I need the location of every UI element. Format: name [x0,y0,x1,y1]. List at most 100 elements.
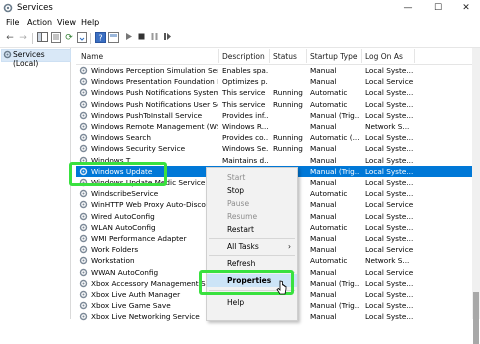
cell-logon: Local Syste... [365,155,413,165]
gear-icon [79,66,88,75]
gear-icon [79,133,88,142]
scrollbar-thumb[interactable] [473,292,479,344]
gear-icon [3,50,12,59]
menu-item-all-tasks[interactable]: All Tasks › [207,240,297,253]
gear-icon [79,100,88,108]
menu-separator [209,255,295,256]
cell-description: Windows R... [222,122,268,131]
gear-icon [79,268,88,276]
column-divider[interactable] [361,49,362,63]
column-header-startup-type[interactable]: Startup Type [310,52,357,61]
cell-logon: Local Syste... [365,234,413,243]
column-header-status[interactable]: Status [273,52,297,61]
cell-logon: Local Syste... [365,144,413,154]
cell-logon: Local Syste... [365,312,413,322]
toolbar-separator [32,33,33,44]
cell-name: WinHTTP Web Proxy Auto-Discovery [91,200,218,210]
minimize-button[interactable]: — [394,0,422,16]
cell-logon: Network S... [365,256,410,266]
menu-item-label: Help [227,298,245,307]
table-row[interactable]: Windows Perception Simulation Service Ena… [76,65,472,76]
table-row[interactable]: Windows Push Notifications System Se... T… [76,87,472,98]
cell-logon: Local Syste... [365,211,413,221]
column-divider[interactable] [306,49,307,63]
menu-item-restart[interactable]: Restart [207,223,297,236]
gear-icon [79,122,88,131]
mouse-pointer-icon [276,280,287,295]
restart-icon[interactable] [161,32,173,44]
menu-item-label: Stop [227,186,245,195]
cell-name: Work Folders [91,245,139,255]
cell-name: Windows Push Notifications System Se... [91,88,218,98]
table-row[interactable]: Windows Remote Management (WS-... Windows… [76,121,472,132]
menu-view[interactable]: View [57,18,76,27]
cell-name: Xbox Live Game Save [91,301,171,311]
menu-item-start[interactable]: Start [207,171,297,184]
menu-item-resume[interactable]: Resume [207,210,297,223]
maximize-button[interactable]: ☐ [424,0,452,16]
column-header: Name Description Status Startup Type Log… [76,48,472,65]
cell-startup: Manual [310,66,337,75]
cell-startup: Manual [310,77,337,87]
properties-icon[interactable] [50,32,62,44]
table-row[interactable]: Windows Push Notifications User Servi...… [76,99,472,110]
cell-name: Windows Presentation Foundation Fon... [91,77,218,87]
highlight-windows-update [69,162,167,186]
column-header-name[interactable]: Name [81,52,103,61]
column-divider[interactable] [218,49,219,63]
cell-startup: Manual [310,211,337,221]
column-header-log-on-as[interactable]: Log On As [365,52,403,61]
cell-logon: Local Syste... [365,222,413,232]
window-title: Services [17,3,53,13]
menu-item-pause[interactable]: Pause [207,197,297,210]
console-tree-icon[interactable] [36,32,48,44]
menu-separator [209,238,295,239]
cell-name: Wired AutoConfig [91,211,155,221]
cell-name: Windows Perception Simulation Service [91,66,218,75]
cell-description: This service ... [222,99,268,109]
column-divider[interactable] [414,49,415,63]
column-divider[interactable] [269,49,270,63]
menu-help[interactable]: Help [81,18,99,27]
gear-icon [79,290,88,299]
vertical-scrollbar[interactable] [472,48,480,344]
play-icon[interactable] [122,32,134,44]
menu-file[interactable]: File [6,18,19,27]
cell-logon: Local Service [365,267,413,277]
gear-icon [79,279,88,287]
cell-description: Maintains d... [222,155,268,165]
cell-name: Windows Search [91,133,151,143]
cell-logon: Local Syste... [365,110,413,120]
menu-action[interactable]: Action [27,18,52,27]
menu-item-refresh[interactable]: Refresh [207,257,297,270]
cell-logon: Local Syste... [365,166,413,176]
options-icon[interactable] [107,32,119,44]
table-row[interactable]: Windows Search Provides co... Running Autom… [76,132,472,143]
forward-icon[interactable]: → [17,32,29,44]
table-row[interactable]: Windows PushToInstall Service Provides in… [76,110,472,121]
toolbar: ← → ⟳ ? [0,30,480,48]
menu-item-label: Restart [227,225,254,234]
table-row[interactable]: Windows Presentation Foundation Fon... Op… [76,76,472,87]
export-icon[interactable] [76,32,88,44]
back-icon[interactable]: ← [4,32,16,44]
cell-startup: Manual (Trig... [310,301,360,311]
menu-item-help[interactable]: Help [207,296,297,309]
cell-logon: Local Syste... [365,301,413,311]
refresh-icon[interactable]: ⟳ [63,32,75,44]
table-row[interactable]: Windows Security Service Windows Se... Run… [76,143,472,154]
menu-item-label: Refresh [227,259,256,268]
help-icon[interactable]: ? [94,32,106,44]
cell-name: Windows Remote Management (WS-... [91,122,218,131]
column-header-description[interactable]: Description [222,52,265,61]
pause-icon[interactable] [148,32,160,44]
cell-startup: Manual [310,178,337,187]
stop-icon[interactable] [135,32,147,44]
gear-icon [79,89,88,97]
close-button[interactable]: ✕ [452,0,480,16]
cell-status: Running [273,99,303,109]
cell-logon: Local Syste... [365,66,413,75]
title-bar: Services — ☐ ✕ [0,0,480,16]
menu-item-stop[interactable]: Stop [207,184,297,197]
menu-item-label: All Tasks [227,242,259,251]
